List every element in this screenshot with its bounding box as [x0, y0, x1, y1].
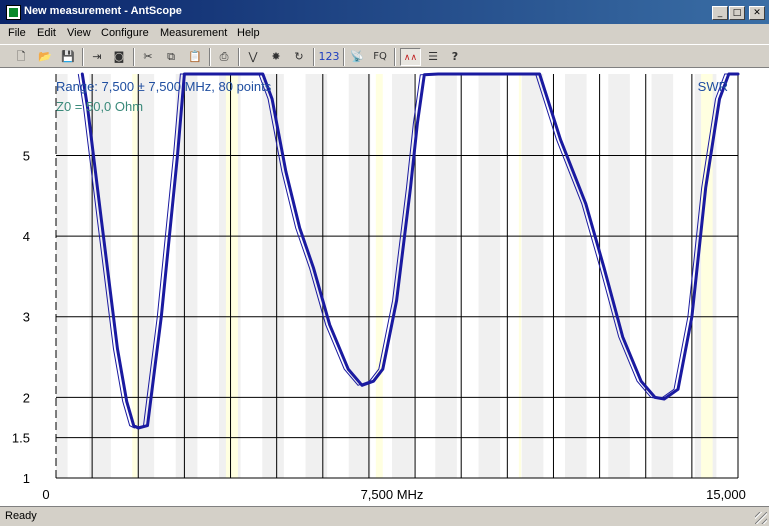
highlight-band [518, 74, 522, 478]
background-stripe [608, 74, 630, 478]
x-tick-label: 7,500 MHz [361, 487, 424, 502]
y-tick-label: 5 [23, 148, 30, 163]
fq-icon[interactable]: FQ [370, 48, 390, 66]
highlight-band [375, 74, 383, 478]
toolbar-separator [238, 48, 240, 66]
swr-chart-area[interactable]: 1 1.5 2 3 4 5 0 7,500 MHz 15,000 Range: 7,500 ± … [0, 68, 769, 506]
chart-line-icon[interactable]: ⋁ [244, 48, 262, 66]
y-tick-label: 1 [23, 471, 30, 486]
save-icon[interactable]: 💾 [59, 48, 77, 66]
toolbar-separator [343, 48, 345, 66]
paste-icon[interactable]: 📋 [186, 48, 204, 66]
toolbar-separator [209, 48, 211, 66]
highlight-band [132, 74, 138, 478]
y-tick-label: 2 [23, 390, 30, 405]
app-icon[interactable] [6, 5, 21, 20]
print-icon[interactable]: ⎙ [215, 48, 233, 66]
copy-icon[interactable]: ⧉ [162, 48, 180, 66]
swr-series-label: SWR [698, 79, 728, 94]
background-stripe [521, 74, 544, 478]
camera-icon[interactable]: ◙ [110, 48, 128, 66]
list-view-icon[interactable]: ☰ [424, 48, 442, 66]
z0-annotation: Z0 = 50,0 Ohm [56, 99, 143, 114]
y-tick-label: 4 [23, 229, 30, 244]
y-tick-label: 1.5 [12, 431, 30, 446]
menu-measurement[interactable]: Measurement [160, 27, 227, 39]
menu-file[interactable]: File [8, 27, 26, 39]
range-annotation: Range: 7,500 ± 7,500 MHz, 80 points [56, 79, 272, 94]
close-button[interactable]: ✕ [749, 6, 765, 20]
menu-help[interactable]: Help [237, 27, 260, 39]
resize-grip-icon[interactable] [755, 512, 767, 524]
export-icon[interactable]: ⇥ [88, 48, 106, 66]
background-stripe [565, 74, 587, 478]
open-folder-icon[interactable]: 📂 [36, 48, 54, 66]
x-tick-label: 15,000 [706, 487, 746, 502]
maximize-button[interactable]: □ [729, 6, 745, 20]
background-stripe [651, 74, 674, 478]
toolbar-separator [394, 48, 396, 66]
toolbar-separator [313, 48, 315, 66]
highlight-band [701, 74, 713, 478]
graph-view-icon[interactable]: ∧∧ [400, 48, 421, 66]
menu-bar: File Edit View Configure Measurement Hel… [0, 24, 769, 44]
swr-chart[interactable]: 1 1.5 2 3 4 5 0 7,500 MHz 15,000 Range: 7,500 ± … [0, 68, 769, 506]
chart-background-stripes [56, 74, 738, 478]
x-tick-label: 0 [42, 487, 49, 502]
menu-view[interactable]: View [67, 27, 91, 39]
cut-icon[interactable]: ✂ [139, 48, 157, 66]
status-text: Ready [5, 510, 37, 522]
star-burst-icon[interactable]: ✸ [267, 48, 285, 66]
title-bar[interactable]: New measurement - AntScope _ □ ✕ [0, 0, 769, 24]
numbers-icon[interactable]: 123 [318, 48, 340, 66]
antenna-icon[interactable]: 📡 [348, 48, 366, 66]
background-stripe [478, 74, 501, 478]
background-stripe [262, 74, 284, 478]
refresh-icon[interactable]: ↻ [290, 48, 308, 66]
toolbar-separator [133, 48, 135, 66]
background-stripe [56, 74, 68, 478]
highlight-band [225, 74, 238, 478]
help-icon[interactable]: ? [446, 48, 464, 66]
background-stripe [348, 74, 371, 478]
toolbar-separator [82, 48, 84, 66]
menu-configure[interactable]: Configure [101, 27, 149, 39]
y-tick-label: 3 [23, 310, 30, 325]
toolbar: 🗋 📂 💾 ⇥ ◙ ✂ ⧉ 📋 ⎙ ⋁ ✸ ↻ 123 📡 FQ ∧∧ ☰ ? [0, 44, 769, 68]
window-title: New measurement - AntScope [24, 5, 182, 17]
status-bar: Ready [0, 506, 769, 526]
new-file-icon[interactable]: 🗋 [12, 48, 30, 66]
minimize-button[interactable]: _ [712, 6, 728, 20]
menu-edit[interactable]: Edit [37, 27, 56, 39]
background-stripe [435, 74, 457, 478]
